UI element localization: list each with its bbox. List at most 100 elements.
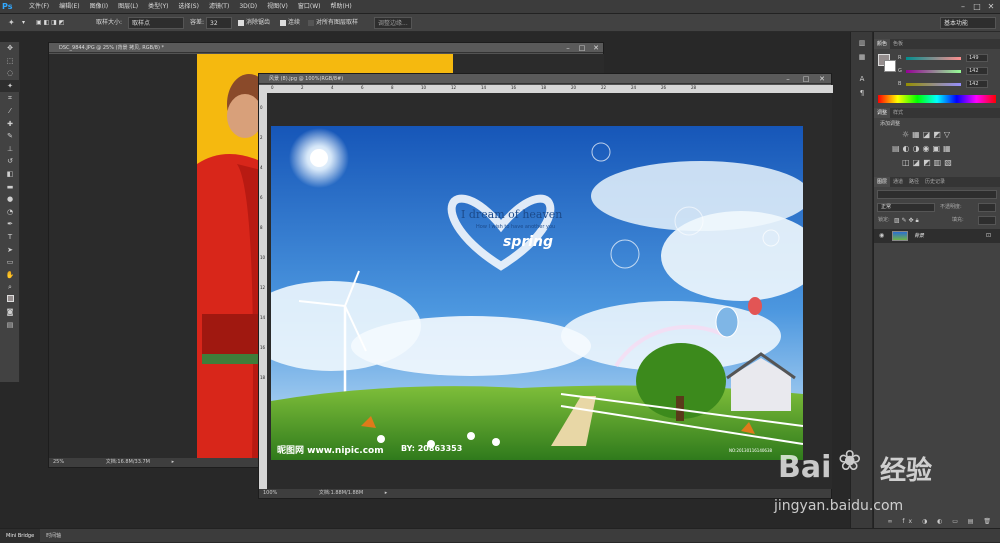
- b-value-input[interactable]: 142: [966, 80, 988, 88]
- r-value-input[interactable]: 149: [966, 54, 988, 62]
- sample-all-layers-checkbox[interactable]: 对所有图层取样: [308, 17, 358, 29]
- path-selection-tool-icon[interactable]: ➤: [0, 244, 20, 257]
- magic-wand-icon[interactable]: ✦: [8, 17, 15, 29]
- doc-back-title[interactable]: DSC_9844.JPG @ 25% (背景 拷贝, RGB/8) *: [49, 43, 603, 53]
- blend-mode-select[interactable]: 正常: [877, 203, 935, 212]
- minimize-button[interactable]: –: [956, 0, 970, 14]
- magic-wand-tool-icon[interactable]: ✦: [0, 79, 20, 93]
- tab-channels[interactable]: 通道: [890, 177, 906, 187]
- doc-back-zoom[interactable]: 25%: [53, 459, 64, 465]
- menu-edit[interactable]: 编辑(E): [54, 0, 84, 14]
- history-brush-tool-icon[interactable]: ↺: [0, 155, 20, 168]
- lasso-tool-icon[interactable]: ◌: [0, 67, 20, 80]
- type-tool-icon[interactable]: T: [0, 231, 20, 244]
- move-tool-icon[interactable]: ✥: [0, 42, 20, 55]
- doc-back-close-button[interactable]: ✕: [589, 43, 603, 53]
- color-swatches-icon[interactable]: [0, 294, 20, 307]
- properties-panel-icon[interactable]: ▦: [851, 50, 873, 64]
- slider-b[interactable]: B 142: [898, 80, 999, 88]
- tab-paths[interactable]: 路径: [906, 177, 922, 187]
- shape-tool-icon[interactable]: ▭: [0, 256, 20, 269]
- workspace-select[interactable]: 基本功能: [940, 17, 996, 29]
- blur-tool-icon[interactable]: ●: [0, 193, 20, 206]
- adjustment-icons-row-3[interactable]: ◫◪◩▥▧: [902, 158, 955, 167]
- eraser-tool-icon[interactable]: ◧: [0, 168, 20, 181]
- layers-footer-icons[interactable]: ∞ fx ◑ ◐ ▭ ▤ 🗑︎: [874, 516, 1000, 528]
- tab-history[interactable]: 历史记录: [922, 177, 948, 187]
- hand-tool-icon[interactable]: ✋: [0, 269, 20, 282]
- zoom-tool-icon[interactable]: ⌕: [0, 281, 20, 294]
- healing-brush-tool-icon[interactable]: ✚: [0, 118, 20, 131]
- tab-timeline[interactable]: 时间轴: [40, 529, 67, 543]
- quick-mask-icon[interactable]: ◙: [0, 306, 20, 319]
- pen-tool-icon[interactable]: ✒: [0, 218, 20, 231]
- menu-file[interactable]: 文件(F): [24, 0, 54, 14]
- background-color-swatch[interactable]: [884, 60, 896, 72]
- menu-image[interactable]: 图像(I): [85, 0, 113, 14]
- gradient-tool-icon[interactable]: ▬: [0, 181, 20, 194]
- slider-g[interactable]: G 142: [898, 67, 999, 75]
- doc-front-minimize-button[interactable]: –: [781, 74, 795, 84]
- menu-select[interactable]: 选择(S): [173, 0, 204, 14]
- vertical-ruler[interactable]: 0 2 4 6 8 10 12 14 16 18: [259, 93, 267, 489]
- tab-adjustments[interactable]: 调整: [874, 108, 891, 118]
- contiguous-checkbox[interactable]: 连续: [280, 17, 300, 29]
- doc-front-status-arrow-icon[interactable]: ▸: [385, 490, 388, 496]
- tab-mini-bridge[interactable]: Mini Bridge: [0, 528, 41, 543]
- adjustment-icons-row-2[interactable]: ▤◐◑◉▣▦: [892, 144, 954, 153]
- doc-front-restore-button[interactable]: □: [799, 74, 813, 84]
- screen-mode-icon[interactable]: ▤: [0, 319, 20, 332]
- color-spectrum-bar[interactable]: [878, 95, 996, 103]
- bottom-bar: Mini Bridge 时间轴: [0, 528, 1000, 543]
- selection-mode-icons[interactable]: ▣ ◧ ◨ ◩: [36, 17, 64, 29]
- layer-row[interactable]: ◉ 背景 ⊡: [874, 229, 1000, 243]
- brush-tool-icon[interactable]: ✎: [0, 130, 20, 143]
- history-panel-icon[interactable]: ▥: [851, 36, 873, 50]
- g-value-input[interactable]: 142: [966, 67, 988, 75]
- doc-front-title[interactable]: 风景 (8).jpg @ 100%(RGB/8#): [259, 74, 831, 84]
- close-button[interactable]: ✕: [984, 0, 998, 14]
- horizontal-ruler[interactable]: 0 2 4 6 8 10 12 14 16 18 20 22 24 26 28: [259, 85, 833, 93]
- doc-front-close-button[interactable]: ✕: [815, 74, 829, 84]
- fill-input[interactable]: [978, 216, 996, 225]
- menu-filter[interactable]: 滤镜(T): [204, 0, 234, 14]
- menu-3d[interactable]: 3D(D): [234, 0, 262, 14]
- marquee-tool-icon[interactable]: ⬚: [0, 55, 20, 68]
- maximize-button[interactable]: □: [970, 0, 984, 14]
- layer-name[interactable]: 背景: [914, 229, 924, 243]
- clone-stamp-tool-icon[interactable]: ⊥: [0, 143, 20, 156]
- menu-window[interactable]: 窗口(W): [293, 0, 326, 14]
- refine-edge-button[interactable]: 调整边缘...: [374, 17, 412, 29]
- menu-type[interactable]: 类型(Y): [143, 0, 173, 14]
- tab-swatches[interactable]: 色板: [890, 39, 906, 49]
- tab-styles[interactable]: 样式: [890, 108, 906, 118]
- doc-front-photo[interactable]: I dream of heaven How I wish to have ano…: [271, 126, 803, 460]
- landscape-photo-image: [271, 126, 803, 460]
- opacity-input[interactable]: [978, 203, 996, 212]
- doc-back-minimize-button[interactable]: –: [561, 43, 575, 53]
- antialias-checkbox[interactable]: 消除锯齿: [238, 17, 270, 29]
- paragraph-panel-icon[interactable]: ¶: [851, 86, 873, 100]
- slider-r[interactable]: R 149: [898, 54, 999, 62]
- crop-tool-icon[interactable]: ⌗: [0, 92, 20, 105]
- dodge-tool-icon[interactable]: ◔: [0, 206, 20, 219]
- adjustment-icons-row-1[interactable]: ☼▦◪◩▽: [902, 130, 953, 139]
- doc-front-zoom[interactable]: 100%: [263, 490, 277, 496]
- character-panel-icon[interactable]: A: [851, 72, 873, 86]
- tab-color[interactable]: 颜色: [874, 39, 891, 49]
- tolerance-input[interactable]: 32: [206, 17, 232, 29]
- tool-preset-chevron-icon[interactable]: ▾: [22, 17, 25, 29]
- doc-back-restore-button[interactable]: □: [575, 43, 589, 53]
- menu-help[interactable]: 帮助(H): [326, 0, 357, 14]
- eyedropper-tool-icon[interactable]: ⁄: [0, 105, 20, 118]
- doc-back-status-arrow-icon[interactable]: ▸: [172, 459, 175, 465]
- lock-icons[interactable]: ▨ ✎ ✥ 🔒︎: [894, 216, 919, 225]
- eye-icon[interactable]: ◉: [879, 232, 884, 239]
- panel-dock-strip: ▥ ▦ A ¶: [850, 32, 872, 528]
- menu-layer[interactable]: 图层(L): [113, 0, 143, 14]
- document-window-front[interactable]: 风景 (8).jpg @ 100%(RGB/8#) – □ ✕ 0 2 4 6 …: [258, 73, 833, 499]
- menu-view[interactable]: 视图(V): [262, 0, 293, 14]
- tab-layers[interactable]: 图层: [874, 177, 891, 187]
- layer-filter-bar[interactable]: [877, 190, 997, 199]
- sample-size-select[interactable]: 取样点: [128, 17, 184, 29]
